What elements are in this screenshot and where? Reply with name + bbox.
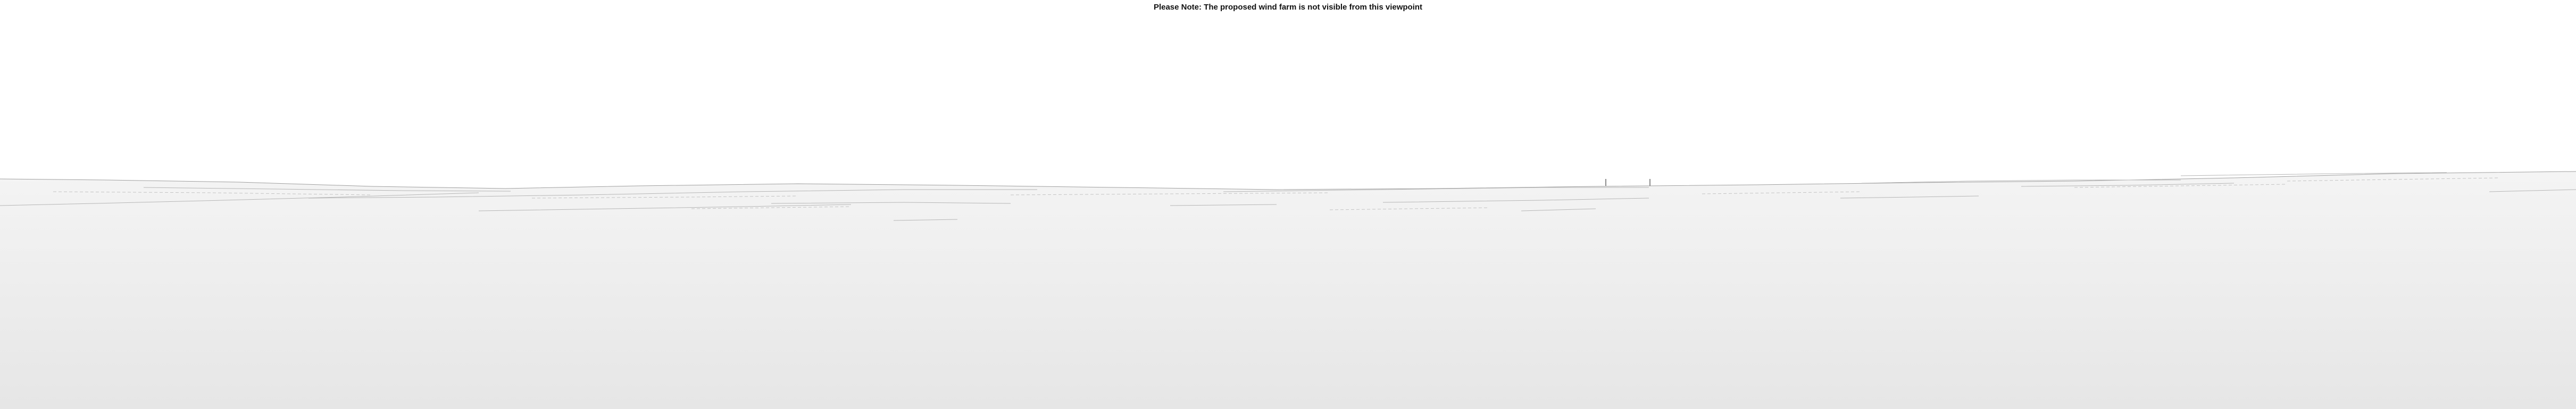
wireframe-viewpoint: Please Note: The proposed wind farm is n… [0,0,2576,409]
distant-masts [1605,179,1650,186]
terrain-wireframe [0,171,2576,409]
ground-surface [0,171,2576,409]
visibility-note: Please Note: The proposed wind farm is n… [1153,3,1423,12]
